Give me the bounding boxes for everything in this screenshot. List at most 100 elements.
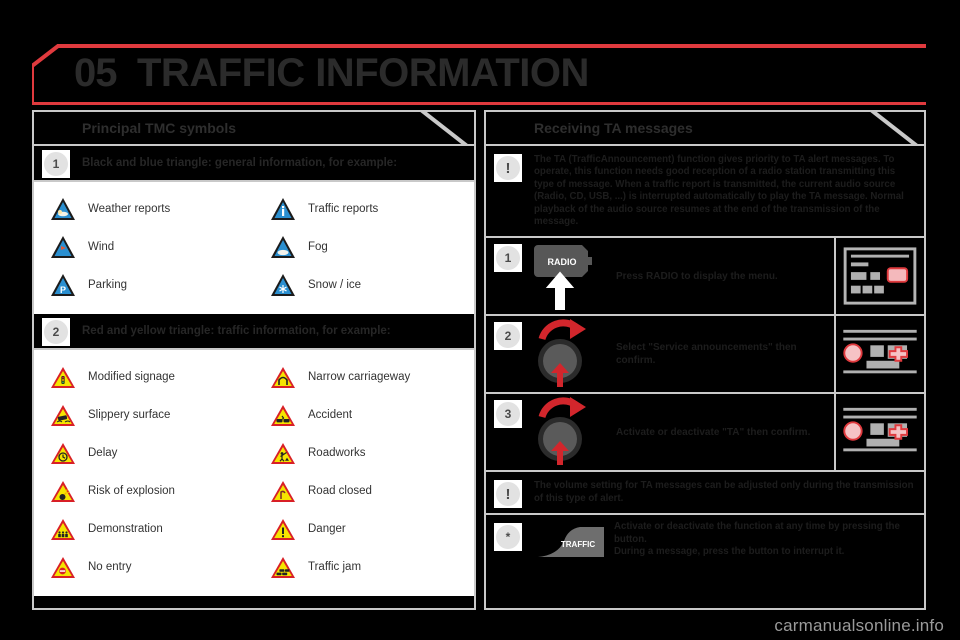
ta-step-3: 3 Activate or deactivate "TA" then confi… [486,394,924,473]
screen-thumbnail-1 [834,238,924,315]
symbol-item: Road closed [254,479,474,503]
site-watermark: carmanualsonline.info [774,616,944,635]
blue-triangle-snow-icon [271,274,295,296]
step-badge-3: 3 [494,400,522,429]
left-section-header: Principal TMC symbols [34,112,474,146]
symbol-label: Delay [88,447,118,459]
symbol-item: Traffic jam [254,555,474,579]
group-badge-number: 2 [44,320,68,344]
symbol-label: Parking [88,279,127,291]
tip-badge: * [494,523,522,552]
rotary-knob-graphic[interactable] [524,395,616,469]
chapter-header: 05 TRAFFIC INFORMATION [32,44,926,106]
symbol-row: Modified signage Narrow carriageway [34,358,474,396]
symbol-label: Risk of explosion [88,485,175,497]
yellow-triangle-noentry-icon [51,557,75,578]
exclamation-icon: ! [496,482,520,507]
symbol-label: Narrow carriageway [308,371,411,383]
symbol-item: Risk of explosion [34,479,254,503]
ta-intro-note: ! The TA (TrafficAnnouncement) function … [486,146,924,239]
step-number: 3 [496,402,520,427]
blue-triangle-parking-icon: P [51,274,75,296]
symbol-item: Delay [34,441,254,465]
yellow-triangle-jam-icon [271,557,295,578]
manual-page: 05 TRAFFIC INFORMATION Principal TMC sym… [0,0,960,640]
symbol-row: Wind Fog [34,228,474,266]
exclamation-icon: ! [496,156,520,180]
symbol-item: Traffic reports [254,197,474,221]
ta-intro-text: The TA (TrafficAnnouncement) function gi… [534,154,904,228]
group-badge-1: 1 [42,150,70,178]
symbol-label: Wind [88,241,115,253]
symbol-label: Weather reports [88,203,171,215]
symbol-row: Slippery surface Accident [34,396,474,434]
step-content: 1 RADIO Press RADIO to display the menu. [486,238,834,314]
left-section-title: Principal TMC symbols [82,120,237,136]
yellow-triangle-closed-icon [271,481,295,502]
yellow-triangle-explosion-icon [51,481,75,502]
ta-steps-list: 1 RADIO Press RADIO to display the menu. [486,238,924,473]
radio-button-graphic[interactable]: RADIO [524,239,616,313]
svg-text:P: P [60,285,66,295]
blue-triangle-info-icon [271,198,295,220]
group-badge-2: 2 [42,318,70,346]
symbol-label: Accident [308,409,353,421]
menu-screen-graphic [843,408,917,452]
symbol-row: No entry Traffic jam [34,548,474,586]
header-diagonal-decoration [404,112,474,144]
yellow-triangle-roadworks-icon [271,443,295,464]
symbol-row: Demonstration Danger [34,510,474,548]
ta-volume-note: ! The volume setting for TA messages can… [486,472,924,516]
symbol-row: Risk of explosion Road closed [34,472,474,510]
yellow-triangle-delay-icon [51,443,75,464]
yellow-triangle-danger-icon [271,519,295,540]
header-diagonal-decoration [854,112,924,144]
rotary-knob-graphic[interactable] [524,317,616,391]
symbol-item: Wind [34,235,254,259]
blue-triangle-weather-icon [51,198,75,220]
symbol-label: Snow / ice [308,279,362,291]
symbol-item: P Parking [34,273,254,297]
symbol-label: Fog [308,241,328,253]
blue-triangle-fog-icon [271,236,295,258]
symbol-label: Road closed [308,485,372,497]
symbol-item: Weather reports [34,197,254,221]
step-content: 3 Activate or deactivate "TA" then confi… [486,394,834,470]
symbol-table-2: Modified signage Narrow carriageway Slip… [34,350,474,596]
step-3-text: Activate or deactivate "TA" then confirm… [616,426,811,438]
traffic-button-label: TRAFFIC [561,540,595,549]
warning-badge: ! [494,480,522,509]
symbol-row: Weather reports Traffic reports [34,190,474,228]
symbol-item: Roadworks [254,441,474,465]
yellow-triangle-demonstration-icon [51,519,75,540]
yellow-triangle-signage-icon [51,367,75,388]
symbol-table-1: Weather reports Traffic reports Wind Fog… [34,182,474,314]
symbol-label: Danger [308,523,346,535]
radio-button-label: RADIO [548,257,577,267]
radio-button-illustration: RADIO [524,239,616,313]
step-1-text: Press RADIO to display the menu. [616,270,778,282]
blue-triangle-wind-icon [51,236,75,258]
receiving-ta-messages-panel: Receiving TA messages ! The TA (TrafficA… [484,110,926,610]
symbol-label: Slippery surface [88,409,171,421]
screen-thumbnail-3 [834,394,924,471]
principal-tmc-symbols-panel: Principal TMC symbols 1 Black and blue t… [32,110,476,610]
symbol-label: Traffic jam [308,561,362,573]
step-2-text: Select "Service announcements" then conf… [616,342,797,367]
right-section-title: Receiving TA messages [534,120,693,136]
step-content: 2 Select "Service announcements" then co… [486,316,834,392]
yellow-triangle-narrow-icon [271,367,295,388]
traffic-button-graphic[interactable]: TRAFFIC [534,521,608,561]
rotary-knob-illustration [524,317,616,391]
symbol-item: Accident [254,403,474,427]
group-badge-number: 1 [44,152,68,176]
warning-badge: ! [494,154,522,182]
symbol-item: Danger [254,517,474,541]
group-title-1: Black and blue triangle: general informa… [82,157,398,169]
step-badge-2: 2 [494,322,522,351]
chapter-title: TRAFFIC INFORMATION [137,51,589,95]
traffic-note-text: Activate or deactivate the function at a… [614,521,916,566]
ta-traffic-button-note: * TRAFFIC Activate or deactivate the fun… [486,515,924,575]
radio-screen-graphic [843,247,917,306]
symbol-label: No entry [88,561,132,573]
